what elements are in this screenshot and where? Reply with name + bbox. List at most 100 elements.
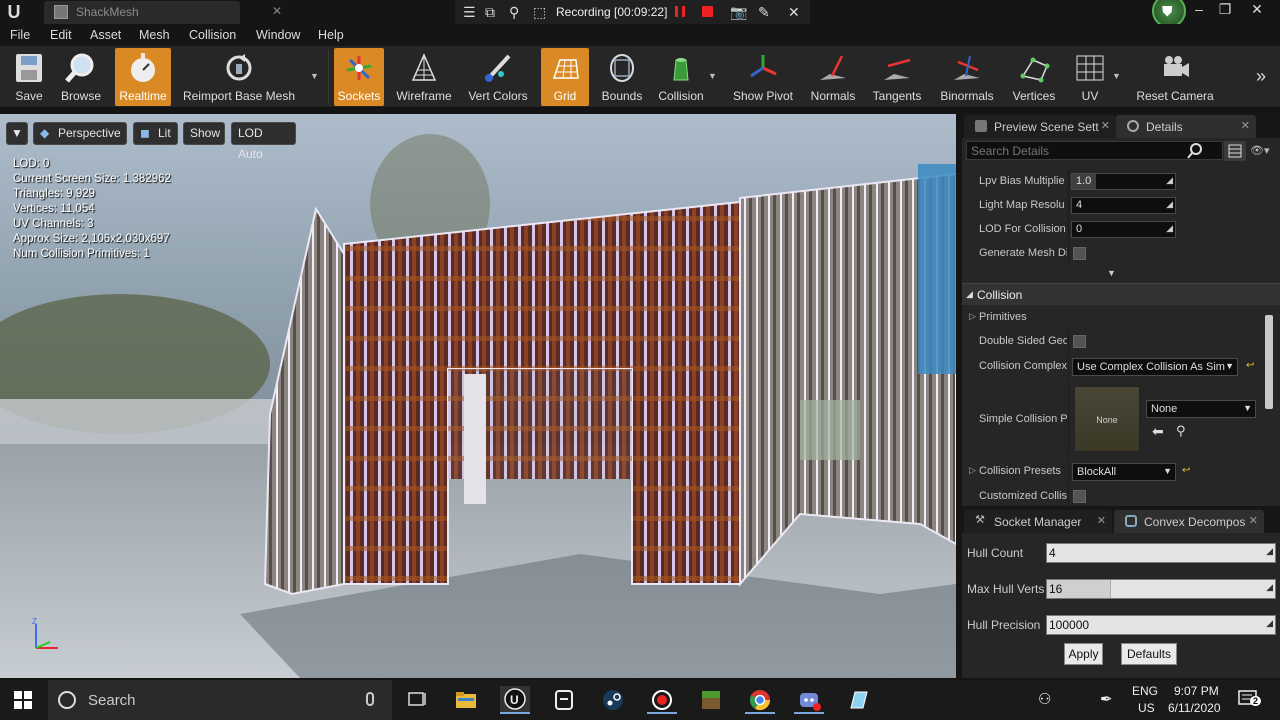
uv-button[interactable]: UV [1068,48,1112,106]
close-icon[interactable]: ✕ [1101,119,1110,132]
sockets-button[interactable]: Sockets [334,48,384,106]
close-icon[interactable]: ✕ [1241,119,1250,132]
asset-tab[interactable]: ShackMesh ✕ [44,1,282,24]
clock-time[interactable]: 9:07 PM [1174,684,1219,698]
close-recorder-icon[interactable]: ✕ [788,3,800,21]
people-icon[interactable]: ⚇ [1038,690,1051,708]
normals-button[interactable]: Normals [806,48,860,106]
task-view-icon[interactable] [402,686,432,714]
menu-asset[interactable]: Asset [90,28,121,42]
reset-to-default-icon[interactable]: ↩ [1246,360,1254,371]
max-hull-verts-field[interactable]: 16 ◢ [1046,579,1276,599]
microphone-icon[interactable] [366,692,374,706]
spin-icon[interactable]: ◢ [1266,618,1273,629]
pen-workspace-icon[interactable]: ✒ [1100,690,1113,708]
grid-button[interactable]: Grid [541,48,589,106]
minecraft-icon[interactable] [696,686,726,714]
toolbar-overflow-icon[interactable]: » [1256,66,1266,87]
menu-edit[interactable]: Edit [50,28,72,42]
language-indicator[interactable]: ENG [1132,684,1158,698]
uv-dropdown-icon[interactable]: ▼ [1112,71,1121,81]
lpv-bias-field[interactable]: 1.0 ◢ [1071,173,1176,190]
menu-icon[interactable]: ☰ [463,3,476,21]
tab-convex-decomposition[interactable]: Convex Decompos ✕ [1114,510,1264,533]
lightmap-resolution-field[interactable]: 4 ◢ [1071,197,1176,214]
binormals-button[interactable]: Binormals [934,48,1000,106]
vertices-button[interactable]: Vertices [1006,48,1062,106]
stop-icon[interactable] [702,6,713,17]
save-button[interactable]: Save [4,48,54,106]
tab-preview-scene[interactable]: Preview Scene Sett ✕ [964,115,1116,138]
reset-to-default-icon[interactable]: ↩ [1182,465,1190,476]
file-explorer-icon[interactable] [451,686,481,714]
collision-button[interactable]: Collision [654,48,708,106]
close-icon[interactable]: ✕ [1097,514,1106,527]
customized-collision-checkbox[interactable] [1073,490,1086,503]
pen-icon[interactable]: ✎ [758,3,770,21]
paint-3d-icon[interactable] [843,686,873,714]
close-tab-icon[interactable]: ✕ [272,4,282,18]
viewport-options-button[interactable]: ▼ [6,122,28,145]
details-scrollbar[interactable] [1265,315,1273,409]
search-icon[interactable]: ⚲ [509,3,519,21]
simple-collision-material-select[interactable]: None ▼ [1146,400,1256,418]
perspective-button[interactable]: ◆ Perspective [33,122,127,145]
menu-window[interactable]: Window [256,28,300,42]
windows-start-icon[interactable] [14,691,32,709]
generate-mesh-checkbox[interactable] [1073,247,1086,260]
wireframe-button[interactable]: Wireframe [392,48,456,106]
close-window-icon[interactable]: ✕ [1242,1,1272,18]
camera-icon[interactable]: 📷 [730,3,747,21]
spin-icon[interactable]: ◢ [1266,582,1273,593]
menu-file[interactable]: File [10,28,30,42]
use-selected-arrow-icon[interactable]: ⬅ [1152,423,1164,440]
lit-button[interactable]: ◼ Lit [133,122,178,145]
advanced-expand-icon[interactable]: ▼ [1107,268,1116,278]
vert-colors-button[interactable]: Vert Colors [464,48,532,106]
chrome-icon[interactable] [745,686,775,714]
physical-material-thumbnail[interactable]: None [1074,386,1140,452]
collision-complexity-select[interactable]: Use Complex Collision As Sim ▼ [1072,358,1238,376]
mesh-viewport[interactable]: ▼ ◆ Perspective ◼ Lit Show LOD Auto LOD:… [0,114,956,678]
collision-dropdown-icon[interactable]: ▼ [708,71,717,81]
taskbar-search-box[interactable]: Search [48,680,392,720]
window-icon[interactable]: ⧉ [485,3,495,21]
bounds-button[interactable]: Bounds [597,48,647,106]
hull-precision-field[interactable]: 100000 ◢ [1046,615,1276,635]
close-icon[interactable]: ✕ [1249,514,1258,527]
browse-magnifier-icon[interactable]: ⚲ [1176,423,1186,439]
collision-presets-select[interactable]: BlockAll ▼ [1072,463,1176,481]
hull-count-field[interactable]: 4 ◢ [1046,543,1276,563]
property-matrix-button[interactable] [1224,141,1246,161]
spin-icon[interactable]: ◢ [1166,175,1173,186]
reset-camera-button[interactable]: Reset Camera [1132,48,1218,106]
menu-help[interactable]: Help [318,28,344,42]
epic-games-icon[interactable] [549,686,579,714]
discord-icon[interactable] [794,686,824,714]
view-options-button[interactable]: 👁▾ [1250,144,1280,158]
tab-details[interactable]: Details ✕ [1116,115,1256,138]
defaults-button[interactable]: Defaults [1121,643,1177,665]
reimport-button[interactable]: Reimport Base Mesh [180,48,298,106]
spin-icon[interactable]: ◢ [1166,223,1173,234]
show-pivot-button[interactable]: Show Pivot [728,48,798,106]
expand-icon[interactable]: ▷ [969,465,976,476]
double-sided-checkbox[interactable] [1073,335,1086,348]
collision-category[interactable]: ◢ Collision [962,283,1280,305]
primitives-row[interactable]: ▷ Primitives [962,306,1280,330]
maximize-icon[interactable]: ❐ [1210,1,1240,18]
details-search-input[interactable] [966,141,1223,160]
lod-collision-field[interactable]: 0 ◢ [1071,221,1176,238]
spin-icon[interactable]: ◢ [1266,546,1273,557]
reimport-dropdown-icon[interactable]: ▼ [310,71,319,81]
region-icon[interactable]: ⬚ [533,3,546,21]
pause-icon[interactable] [675,6,685,17]
screen-recorder-icon[interactable] [647,686,677,714]
show-button[interactable]: Show [183,122,225,145]
unreal-logo-icon[interactable]: U [3,1,25,23]
steam-icon[interactable] [598,686,628,714]
menu-mesh[interactable]: Mesh [139,28,170,42]
menu-collision[interactable]: Collision [189,28,236,42]
expand-icon[interactable]: ▷ [969,311,976,322]
spin-icon[interactable]: ◢ [1166,199,1173,210]
